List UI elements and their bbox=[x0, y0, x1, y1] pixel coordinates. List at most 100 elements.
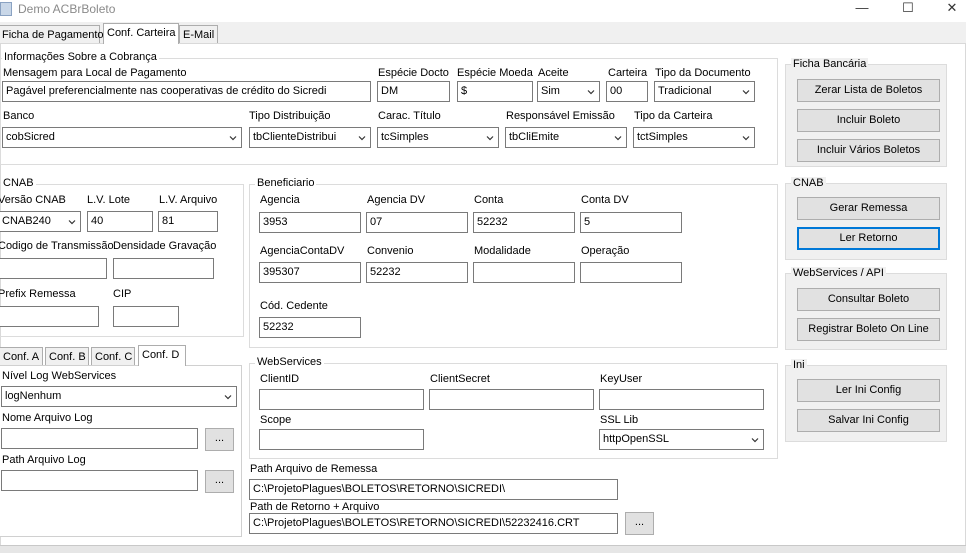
agencia-dv-input[interactable]: 07 bbox=[366, 212, 468, 233]
ssl-select[interactable]: httpOpenSSL bbox=[599, 429, 764, 450]
aceite-label: Aceite bbox=[538, 67, 569, 79]
incluir-varios-button[interactable]: Incluir Vários Boletos bbox=[797, 139, 940, 162]
especie-doc-input[interactable]: DM bbox=[377, 81, 450, 102]
chevron-down-icon bbox=[68, 220, 76, 225]
agencia-conta-dv-label: AgenciaContaDV bbox=[260, 245, 345, 257]
cnab-actions-title: CNAB bbox=[791, 177, 826, 189]
nome-log-input[interactable] bbox=[1, 428, 198, 449]
prefix-label: Prefix Remessa bbox=[0, 288, 76, 300]
subtab-conf-d[interactable]: Conf. D bbox=[138, 345, 186, 366]
especie-moeda-input[interactable]: $ bbox=[457, 81, 533, 102]
tipo-carteira-select[interactable]: tctSimples bbox=[633, 127, 755, 148]
nivel-value: logNenhum bbox=[5, 390, 62, 402]
browse-path-log-button[interactable]: ... bbox=[205, 470, 234, 493]
remessa-path-label: Path Arquivo de Remessa bbox=[250, 463, 378, 475]
clientid-input[interactable] bbox=[259, 389, 424, 410]
tab-email[interactable]: E-Mail bbox=[179, 25, 218, 44]
modalidade-label: Modalidade bbox=[474, 245, 531, 257]
resp-label: Responsável Emissão bbox=[506, 110, 615, 122]
chevron-down-icon bbox=[224, 395, 232, 400]
clientid-label: ClientID bbox=[260, 373, 300, 385]
status-strip bbox=[0, 545, 966, 553]
conta-input[interactable]: 52232 bbox=[473, 212, 575, 233]
aceite-select[interactable]: Sim bbox=[537, 81, 600, 102]
path-log-input[interactable] bbox=[1, 470, 198, 491]
mensagem-label: Mensagem para Local de Pagamento bbox=[3, 67, 187, 79]
scope-label: Scope bbox=[260, 414, 292, 426]
chevron-down-icon bbox=[742, 90, 750, 95]
cod-cedente-input[interactable]: 52232 bbox=[259, 317, 361, 338]
browse-nome-log-button[interactable]: ... bbox=[205, 428, 234, 451]
tipo-doc-select[interactable]: Tradicional bbox=[654, 81, 755, 102]
convenio-input[interactable]: 52232 bbox=[366, 262, 468, 283]
codigo-input[interactable] bbox=[0, 258, 107, 279]
maximize-button[interactable]: ☐ bbox=[886, 0, 930, 18]
operacao-input[interactable] bbox=[580, 262, 682, 283]
window-title: Demo ACBrBoleto bbox=[18, 2, 116, 16]
banco-label: Banco bbox=[3, 110, 35, 122]
keyuser-input[interactable] bbox=[599, 389, 764, 410]
chevron-down-icon bbox=[742, 136, 750, 141]
banco-select[interactable]: cobSicred bbox=[2, 127, 242, 148]
agencia-conta-dv-input[interactable]: 395307 bbox=[259, 262, 361, 283]
tipo-doc-label: Tipo da Documento bbox=[655, 67, 751, 79]
tipo-doc-value: Tradicional bbox=[658, 85, 712, 97]
zerar-lista-button[interactable]: Zerar Lista de Boletos bbox=[797, 79, 940, 102]
chevron-down-icon bbox=[229, 136, 237, 141]
ler-ini-button[interactable]: Ler Ini Config bbox=[797, 379, 940, 402]
resp-select[interactable]: tbCliEmite bbox=[505, 127, 627, 148]
carac-select[interactable]: tcSimples bbox=[377, 127, 499, 148]
chevron-down-icon bbox=[486, 136, 494, 141]
registrar-boleto-button[interactable]: Registrar Boleto On Line bbox=[797, 318, 940, 341]
tab-ficha-pagamento[interactable]: Ficha de Pagamento bbox=[0, 25, 104, 44]
tipo-carteira-label: Tipo da Carteira bbox=[634, 110, 713, 122]
operacao-label: Operação bbox=[581, 245, 630, 257]
tab-conf-carteira[interactable]: Conf. Carteira bbox=[103, 23, 179, 44]
versao-select[interactable]: CNAB240 bbox=[0, 211, 81, 232]
minimize-button[interactable]: — bbox=[840, 0, 884, 18]
conta-dv-input[interactable]: 5 bbox=[580, 212, 682, 233]
lv-arquivo-input[interactable]: 81 bbox=[158, 211, 218, 232]
lv-arquivo-label: L.V. Arquivo bbox=[159, 194, 218, 206]
nivel-select[interactable]: logNenhum bbox=[1, 386, 237, 407]
prefix-input[interactable] bbox=[0, 306, 99, 327]
cobranca-group-title: Informações Sobre a Cobrança bbox=[2, 51, 159, 63]
densidade-input[interactable] bbox=[113, 258, 214, 279]
convenio-label: Convenio bbox=[367, 245, 414, 257]
incluir-boleto-button[interactable]: Incluir Boleto bbox=[797, 109, 940, 132]
versao-label: Versão CNAB bbox=[0, 194, 66, 206]
tipo-dist-value: tbClienteDistribui bbox=[253, 131, 337, 143]
salvar-ini-button[interactable]: Salvar Ini Config bbox=[797, 409, 940, 432]
modalidade-input[interactable] bbox=[473, 262, 575, 283]
densidade-label: Densidade Gravação bbox=[113, 240, 217, 252]
gerar-remessa-button[interactable]: Gerar Remessa bbox=[797, 197, 940, 220]
subtab-conf-c[interactable]: Conf. C bbox=[91, 347, 135, 366]
especie-moeda-label: Espécie Moeda bbox=[457, 67, 533, 79]
scope-input[interactable] bbox=[259, 429, 424, 450]
clientsecret-input[interactable] bbox=[429, 389, 594, 410]
carac-value: tcSimples bbox=[381, 131, 429, 143]
retorno-path-label: Path de Retorno + Arquivo bbox=[250, 501, 380, 513]
close-button[interactable]: ✕ bbox=[930, 0, 966, 18]
tipo-dist-select[interactable]: tbClienteDistribui bbox=[249, 127, 371, 148]
lv-lote-input[interactable]: 40 bbox=[87, 211, 153, 232]
cip-input[interactable] bbox=[113, 306, 179, 327]
conta-label: Conta bbox=[474, 194, 504, 206]
subtab-conf-a[interactable]: Conf. A bbox=[0, 347, 43, 366]
chevron-down-icon bbox=[358, 136, 366, 141]
retorno-path-input[interactable]: C:\ProjetoPlagues\BOLETOS\RETORNO\SICRED… bbox=[249, 513, 618, 534]
mensagem-input[interactable]: Pagável preferencialmente nas cooperativ… bbox=[2, 81, 371, 102]
keyuser-label: KeyUser bbox=[600, 373, 643, 385]
browse-retorno-button[interactable]: ... bbox=[625, 512, 654, 535]
remessa-path-input[interactable]: C:\ProjetoPlagues\BOLETOS\RETORNO\SICRED… bbox=[249, 479, 618, 500]
carteira-input[interactable]: 00 bbox=[606, 81, 648, 102]
codigo-label: Codigo de Transmissão bbox=[0, 240, 114, 252]
agencia-input[interactable]: 3953 bbox=[259, 212, 361, 233]
ler-retorno-button[interactable]: Ler Retorno bbox=[797, 227, 940, 250]
resp-value: tbCliEmite bbox=[509, 131, 560, 143]
subtab-conf-b[interactable]: Conf. B bbox=[45, 347, 89, 366]
carac-label: Carac. Título bbox=[378, 110, 441, 122]
versao-value: CNAB240 bbox=[2, 215, 51, 227]
consultar-boleto-button[interactable]: Consultar Boleto bbox=[797, 288, 940, 311]
webservices-group-title: WebServices bbox=[255, 356, 324, 368]
